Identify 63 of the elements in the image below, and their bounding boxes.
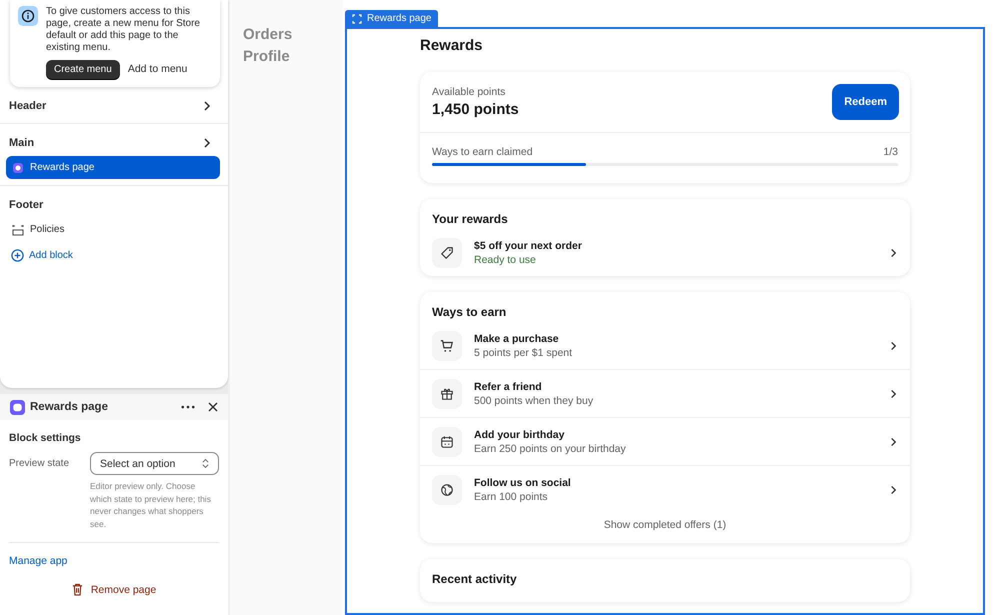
section-title[interactable]: Header — [9, 100, 46, 112]
selection-icon — [352, 14, 362, 24]
progress-label: Ways to earn claimed — [432, 146, 533, 158]
list-row[interactable]: Follow us on social Earn 100 points — [420, 465, 910, 513]
manage-app-link[interactable]: Manage app — [9, 555, 68, 567]
row-title: $5 off your next order — [474, 240, 583, 252]
trash-icon — [72, 583, 83, 596]
row-title: Follow us on social — [474, 477, 572, 489]
calendar-icon — [440, 435, 454, 449]
row-subtitle: 5 points per $1 spent — [474, 347, 574, 359]
redeem-button[interactable]: Redeem — [832, 84, 899, 120]
card-title: Ways to earn — [431, 304, 508, 321]
show-completed-link[interactable]: Show completed offers (1) — [604, 519, 726, 531]
progress-count: 1/3 — [883, 146, 898, 158]
info-icon — [18, 6, 38, 26]
create-menu-button[interactable]: Create menu — [46, 60, 120, 78]
chevron-right-icon[interactable] — [202, 138, 212, 148]
chevron-right-icon — [889, 485, 898, 495]
row-subtitle: Earn 100 points — [474, 491, 549, 503]
list-row[interactable]: Add your birthday Earn 250 points on your birthday — [420, 417, 910, 465]
chevron-right-icon — [889, 341, 898, 351]
row-title: Make a purchase — [474, 333, 560, 345]
points-value: 1,450 points — [432, 101, 519, 118]
list-row[interactable]: $5 off your next order Ready to use — [420, 232, 910, 276]
chevron-right-icon[interactable] — [202, 101, 212, 111]
remove-page-button[interactable]: Remove page — [72, 583, 156, 596]
app-icon — [12, 162, 24, 174]
gift-icon — [440, 387, 454, 401]
notice-text: To give customers access to this page, create a new menu for Store default or add this page to the existing menu. — [46, 6, 201, 54]
panel-title: Rewards page — [30, 401, 109, 413]
settings-title: Block settings — [9, 432, 82, 444]
chevron-right-icon — [889, 248, 898, 258]
points-label: Available points — [432, 86, 506, 98]
tree-item[interactable]: Policies — [6, 218, 220, 241]
globe-icon — [440, 483, 454, 497]
tag-icon — [440, 246, 454, 260]
preview-state-select[interactable]: Select an option — [90, 452, 219, 475]
list-row[interactable]: Refer a friend 500 points when they buy — [420, 369, 910, 417]
tree-item[interactable]: Rewards page — [6, 156, 220, 179]
list-row[interactable]: Make a purchase 5 points per $1 spent — [420, 325, 910, 369]
row-title: Add your birthday — [474, 429, 566, 441]
help-text: Editor preview only. Choose which state to preview here; this never changes what shoppers see. — [90, 480, 212, 530]
card-title: Your rewards — [431, 211, 509, 228]
section-icon — [12, 224, 24, 236]
more-icon[interactable] — [181, 405, 195, 409]
chevron-right-icon — [889, 437, 898, 447]
page-heading: Rewards — [420, 37, 484, 54]
add-icon — [11, 249, 24, 262]
row-title: Refer a friend — [474, 381, 543, 393]
section-title[interactable]: Main — [9, 137, 34, 149]
card-title: Recent activity — [431, 571, 518, 588]
select-arrows-icon — [202, 458, 209, 469]
section-title[interactable]: Footer — [9, 199, 44, 211]
cart-icon — [440, 339, 454, 353]
add-to-menu-button[interactable]: Add to menu — [126, 59, 190, 79]
add-block-link[interactable]: Add block — [0, 243, 84, 268]
row-subtitle: Ready to use — [474, 254, 537, 266]
field-label: Preview state — [9, 458, 70, 471]
chevron-right-icon — [889, 389, 898, 399]
row-subtitle: 500 points when they buy — [474, 395, 594, 407]
app-icon — [10, 400, 25, 414]
row-subtitle: Earn 250 points on your birthday — [474, 443, 627, 455]
close-icon[interactable] — [208, 402, 218, 412]
